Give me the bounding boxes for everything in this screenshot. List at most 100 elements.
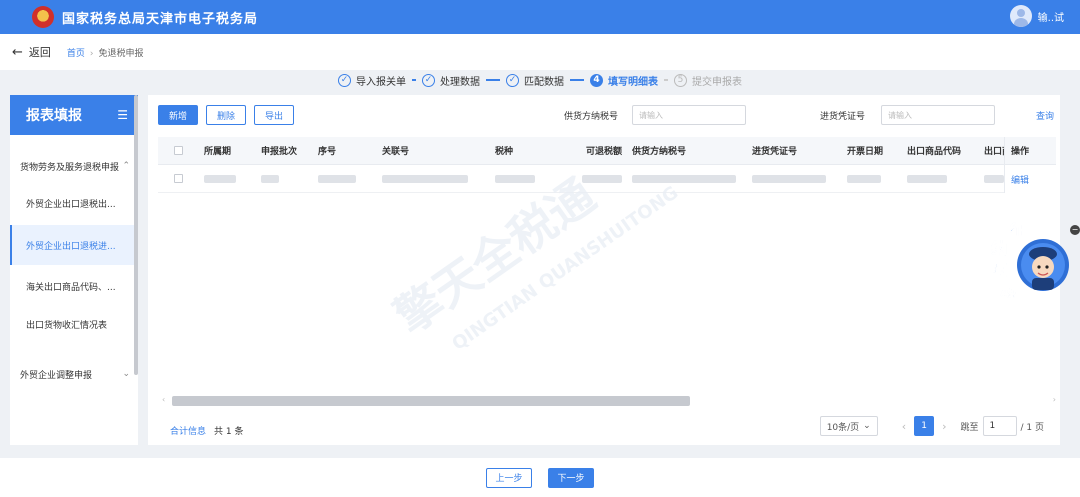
pagination: 10条/页 ⌄ ‹ 1 › 跳至 1 / 1 页 [819, 416, 1044, 436]
mascot-char: 动 [1000, 281, 1016, 300]
scroll-thumb[interactable] [172, 396, 690, 406]
tax-emblem-icon [32, 6, 54, 28]
col-invoice-no: 进货凭证号 [752, 147, 798, 157]
masked-cell [382, 174, 468, 183]
sidebar-item-export-outbound[interactable]: 外贸企业出口退税出... [10, 185, 138, 221]
query-button[interactable]: 查询 [1036, 109, 1054, 122]
step-1: ✓ 导入报关单 [338, 73, 406, 88]
step-3: ✓ 匹配数据 [506, 73, 564, 88]
mascot-char: 互 [991, 261, 1007, 280]
page-size-select[interactable]: 10条/页 ⌄ [819, 416, 878, 436]
invoice-no-input[interactable]: 请输入 [881, 105, 995, 125]
back-label[interactable]: 返回 [29, 44, 51, 60]
sidebar: 报表填报 ☰ 货物劳务及服务退税申报 ⌃ 外贸企业出口退税出... 外贸企业出口… [10, 95, 138, 445]
step-number-icon: 5 [674, 73, 687, 87]
side-collapse-handle[interactable]: − [1070, 224, 1080, 236]
delete-button[interactable]: 删除 [206, 105, 247, 125]
step-2: ✓ 处理数据 [422, 73, 480, 88]
total-count: 共 1 条 [214, 427, 244, 437]
select-all-checkbox[interactable] [174, 146, 183, 155]
minus-icon: − [1070, 225, 1080, 235]
col-invoice-date: 开票日期 [847, 147, 884, 157]
table-horizontal-scrollbar[interactable]: ‹ › [162, 395, 1056, 406]
masked-cell [847, 174, 881, 183]
masked-cell [632, 174, 736, 183]
masked-cell [204, 174, 236, 183]
masked-cell [318, 174, 356, 183]
sidebar-item-label: 海关出口商品代码、... [26, 282, 116, 293]
scroll-left-icon[interactable]: ‹ [162, 395, 165, 404]
sidebar-item-customs-code[interactable]: 海关出口商品代码、... [10, 271, 138, 301]
masked-cell [984, 174, 1004, 183]
sidebar-item-label: 外贸企业出口退税进... [26, 241, 116, 252]
prev-page-icon[interactable]: ‹ [902, 420, 906, 433]
sidebar-item-label: 外贸企业出口退税出... [26, 199, 116, 210]
col-batch: 申报批次 [261, 147, 298, 157]
summary-link[interactable]: 合计信息 [170, 424, 206, 437]
masked-cell [261, 174, 279, 183]
step-label: 提交申报表 [692, 76, 742, 88]
export-button[interactable]: 导出 [254, 105, 295, 125]
toolbar: 新增 删除 导出 [158, 105, 302, 125]
breadcrumb-home[interactable]: 首页 [67, 49, 85, 59]
prev-step-button[interactable]: 上一步 [486, 467, 532, 488]
page-number-current[interactable]: 1 [914, 416, 935, 436]
col-tax-type: 税种 [495, 147, 514, 157]
col-period: 所属期 [204, 147, 232, 157]
step-connector [570, 79, 584, 81]
user-name[interactable]: 输..试 [1038, 9, 1064, 24]
menu-collapse-icon[interactable]: ☰ [117, 108, 128, 122]
user-menu[interactable]: 输..试 [1009, 5, 1064, 27]
sidebar-group-export-refund[interactable]: 货物劳务及服务退税申报 ⌃ [10, 153, 138, 179]
sidebar-group-adjustment[interactable]: 外贸企业调整申报 ⌄ [10, 361, 138, 387]
table-summary: 合计信息 共 1 条 [170, 424, 243, 437]
col-refundable-amount: 可退税额 [586, 147, 623, 157]
sidebar-group-label: 外贸企业调整申报 [20, 370, 93, 381]
step-connector [412, 79, 416, 81]
step-4: 4 填写明细表 [590, 73, 658, 88]
sidebar-scrollbar[interactable] [134, 95, 138, 375]
sidebar-group-label: 货物劳务及服务退税申报 [20, 162, 120, 173]
main-panel: 新增 删除 导出 供货方纳税号 请输入 进货凭证号 请输入 查询 所属期 申报批… [148, 95, 1060, 445]
back-button[interactable]: ← 返回 [12, 44, 51, 60]
chevron-down-icon: ⌄ [863, 421, 871, 431]
col-seq: 序号 [318, 147, 337, 157]
masked-cell [495, 174, 535, 183]
breadcrumb-current: 免退税申报 [98, 48, 144, 59]
supplier-tax-id-label: 供货方纳税号 [564, 112, 619, 122]
col-related-no: 关联号 [382, 147, 410, 157]
top-bar: 国家税务总局天津市电子税务局 输..试 [0, 0, 1080, 34]
add-button[interactable]: 新增 [158, 105, 199, 125]
step-label: 填写明细表 [608, 76, 658, 88]
sidebar-item-fx-receipt[interactable]: 出口货物收汇情况表 [10, 309, 138, 339]
sidebar-item-label: 出口货物收汇情况表 [26, 320, 108, 331]
sidebar-item-export-inbound[interactable]: 外贸企业出口退税进... [10, 225, 138, 265]
sidebar-header: 报表填报 ☰ [10, 95, 138, 135]
edit-link[interactable]: 编辑 [1005, 165, 1056, 193]
col-export-code: 出口商品代码 [907, 147, 962, 157]
breadcrumb-separator: › [89, 48, 94, 59]
step-connector [486, 79, 500, 81]
chevron-up-icon: ⌃ [122, 161, 130, 171]
next-page-icon[interactable]: › [942, 420, 946, 433]
next-step-button[interactable]: 下一步 [548, 467, 594, 488]
step-connector [664, 79, 668, 81]
scroll-right-icon[interactable]: › [1053, 395, 1056, 404]
site-title: 国家税务总局天津市电子税务局 [62, 11, 259, 27]
invoice-no-label: 进货凭证号 [820, 112, 866, 122]
row-checkbox[interactable] [174, 174, 183, 183]
avatar-icon[interactable] [1009, 5, 1032, 27]
step-label: 匹配数据 [524, 76, 564, 88]
jump-label: 跳至 [960, 422, 979, 433]
masked-cell [582, 174, 622, 183]
check-circle-icon: ✓ [506, 73, 519, 87]
bottom-action-bar: 上一步 下一步 [0, 458, 1080, 497]
step-number-icon: 4 [590, 73, 603, 87]
table-row[interactable] [158, 165, 1056, 193]
operation-column: 操作 编辑 [1004, 137, 1056, 193]
tax-mascot-icon[interactable]: 征 纳 互 动 [988, 220, 1070, 302]
jump-page-input[interactable]: 1 [982, 416, 1017, 436]
masked-cell [907, 174, 947, 183]
arrow-left-icon: ← [12, 44, 23, 60]
supplier-tax-id-input[interactable]: 请输入 [632, 105, 746, 125]
